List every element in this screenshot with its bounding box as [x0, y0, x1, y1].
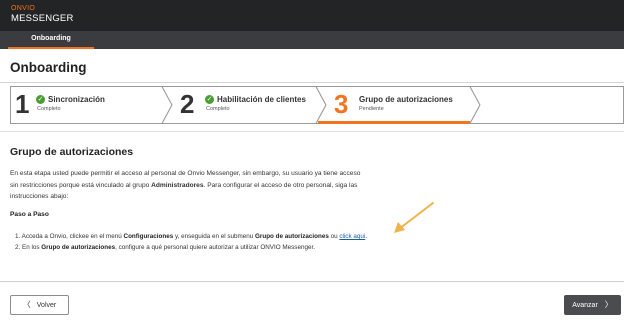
- tab-onboarding[interactable]: Onboarding: [8, 31, 94, 49]
- step-grupo-autorizaciones[interactable]: 3 Grupo de autorizaciones Pendiente: [326, 86, 470, 124]
- step-title: Sincronización: [48, 95, 105, 104]
- check-icon: ✓: [205, 95, 214, 104]
- onboarding-stepper: 1 ✓ Sincronización Completo 2 ✓ Habilita…: [10, 86, 624, 124]
- next-button[interactable]: Avanzar 〉: [564, 295, 621, 315]
- next-label: Avanzar: [572, 301, 598, 309]
- divider: [0, 281, 624, 282]
- back-label: Volver: [36, 301, 57, 309]
- instructions-list: 1. Acceda a Onvio, clickee en el menú Co…: [15, 232, 367, 253]
- brand-top-text: ONVIO: [11, 5, 36, 12]
- divider: [0, 131, 624, 132]
- step-title: Habilitación de clientes: [217, 95, 306, 104]
- step-status: Pendiente: [359, 106, 384, 112]
- instruction-text: ou: [328, 233, 340, 240]
- step-status: Completo: [206, 106, 230, 112]
- step-number: 3: [334, 89, 349, 119]
- section-title: Grupo de autorizaciones: [10, 146, 134, 158]
- instruction-item: 2. En los Grupo de autorizaciones, confi…: [15, 243, 367, 254]
- step-title: Grupo de autorizaciones: [359, 95, 453, 104]
- brand-bottom-text: MESSENGER: [11, 13, 74, 24]
- step-sincronizacion[interactable]: 1 ✓ Sincronización Completo: [10, 86, 162, 124]
- instruction-bold: Configuraciones: [123, 233, 174, 240]
- step-number: 1: [15, 89, 30, 119]
- instruction-bold: Grupo de autorizaciones: [255, 233, 329, 240]
- instruction-text: .: [365, 233, 368, 240]
- paso-a-paso-heading: Paso a Paso: [10, 211, 49, 218]
- step-number: 2: [180, 89, 195, 119]
- instruction-text: y, enseguida en el submenu: [173, 233, 256, 240]
- step-habilitacion-clientes[interactable]: 2 ✓ Habilitación de clientes Completo: [172, 86, 316, 124]
- active-step-indicator: [318, 121, 470, 124]
- top-header: ONVIO MESSENGER: [0, 0, 624, 31]
- chevron-left-icon: 〈: [22, 300, 31, 309]
- app-logo: ONVIO MESSENGER: [11, 5, 74, 24]
- check-icon: ✓: [36, 95, 45, 104]
- instruction-text: 2. En los: [15, 243, 42, 251]
- annotation-arrow-icon: [394, 202, 434, 233]
- back-button[interactable]: 〈 Volver: [10, 295, 69, 315]
- chevron-right-icon: 〉: [604, 300, 613, 309]
- intro-bold-text: Administradores: [151, 181, 204, 189]
- intro-paragraph: En esta etapa usted puede permitir el ac…: [10, 168, 370, 203]
- sub-navigation: Onboarding: [0, 31, 624, 49]
- instruction-bold: Grupo de autorizaciones: [41, 243, 116, 251]
- step-status: Completo: [37, 106, 61, 112]
- divider: [0, 82, 624, 83]
- click-aqui-link[interactable]: click aqui: [339, 233, 365, 240]
- page-title: Onboarding: [10, 60, 87, 75]
- instruction-item: 1. Acceda a Onvio, clickee en el menú Co…: [15, 232, 367, 243]
- instruction-text: , configure a qué personal quiere autori…: [115, 243, 315, 251]
- instruction-text: 1. Acceda a Onvio, clickee en el menú: [15, 233, 124, 240]
